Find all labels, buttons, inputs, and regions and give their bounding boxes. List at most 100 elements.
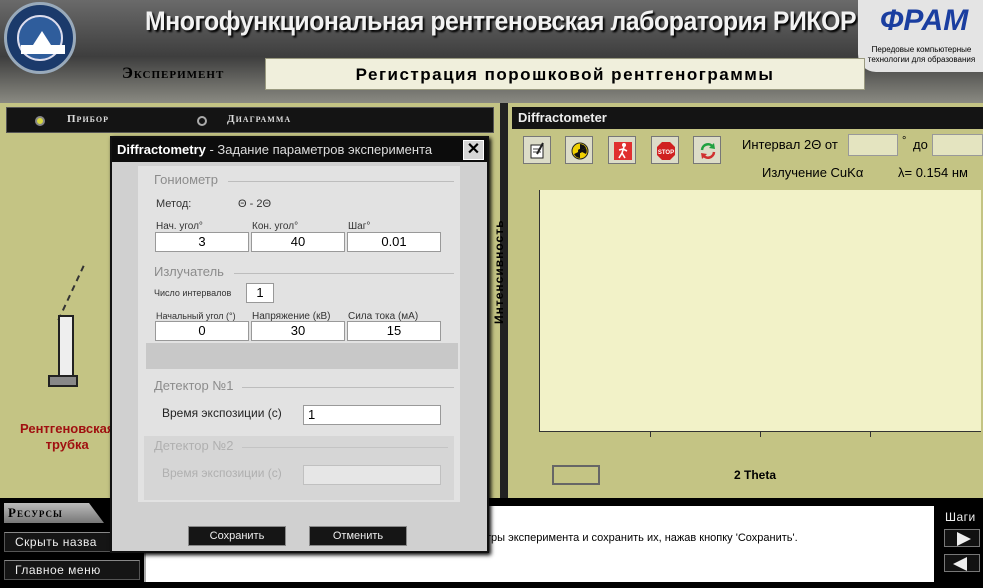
hide-names-label: Скрыть назва bbox=[15, 535, 97, 549]
method-value: Θ - 2Θ bbox=[238, 198, 272, 210]
main-menu-label: Главное меню bbox=[15, 563, 101, 577]
notepad-button[interactable] bbox=[523, 136, 551, 164]
brand-tagline: Передовые компьютерные технологии для об… bbox=[867, 45, 976, 64]
walk-button[interactable] bbox=[608, 136, 636, 164]
resources-tab[interactable]: Ресурсы bbox=[4, 503, 104, 523]
section-divider bbox=[242, 447, 448, 448]
svg-text:STOP: STOP bbox=[658, 150, 674, 156]
brand-block: ФРАМ Передовые компьютерные технологии д… bbox=[858, 0, 983, 72]
diffraction-plot-area bbox=[539, 190, 981, 437]
section-label: Эксперимент bbox=[122, 65, 225, 82]
radio-diagram-icon[interactable] bbox=[197, 116, 207, 126]
step-label: Шаг° bbox=[348, 221, 371, 232]
x-tick bbox=[650, 431, 651, 437]
goniometer-section: Гониометр bbox=[154, 172, 218, 187]
prev-step-button[interactable] bbox=[944, 554, 980, 572]
start-angle-label: Нач. угол° bbox=[156, 221, 203, 232]
next-step-button[interactable] bbox=[944, 529, 980, 547]
stop-icon: STOP bbox=[657, 142, 675, 160]
dialog-title: Diffractometry - Задание параметров эксп… bbox=[117, 142, 432, 157]
detector1-section: Детектор №1 bbox=[154, 378, 234, 393]
close-button[interactable]: ✕ bbox=[463, 140, 484, 160]
step-input[interactable]: 0.01 bbox=[347, 232, 441, 252]
emitter-section: Излучатель bbox=[154, 264, 224, 279]
save-button[interactable]: Сохранить bbox=[188, 526, 286, 546]
emitter-footer-band bbox=[146, 343, 458, 369]
x-tick bbox=[870, 431, 871, 437]
arrow-right-icon bbox=[957, 532, 971, 546]
app-title: Многофункциональная рентгеновская лабора… bbox=[145, 6, 857, 36]
goniometer-arm bbox=[57, 265, 85, 321]
exposure2-label: Время экспозиции (с) bbox=[162, 466, 282, 480]
method-label: Метод: bbox=[156, 198, 192, 210]
x-axis-label: 2 Theta bbox=[734, 468, 777, 482]
initial-angle-label: Начальный угол (°) bbox=[156, 311, 236, 321]
tab-device[interactable]: Прибор bbox=[67, 113, 109, 125]
start-angle-input[interactable]: 3 bbox=[155, 232, 249, 252]
panel-title: Diffractometer bbox=[518, 110, 607, 125]
end-angle-label: Кон. угол° bbox=[252, 221, 299, 232]
detector2-section: Детектор №2 bbox=[154, 438, 234, 453]
color-swatch[interactable] bbox=[552, 465, 600, 485]
view-tabs: Прибор Диаграмма bbox=[6, 107, 494, 133]
arrow-left-icon bbox=[953, 557, 967, 571]
degree-sign: ° bbox=[902, 135, 907, 147]
intervals-label: Число интервалов bbox=[154, 288, 232, 298]
brand-logo: ФРАМ bbox=[880, 4, 969, 37]
tube-label-line2: трубка bbox=[45, 437, 89, 452]
detector2-group: Детектор №2 Время экспозиции (с) bbox=[144, 436, 454, 500]
tube-label-line1: Рентгеновская bbox=[20, 421, 115, 436]
refresh-button[interactable] bbox=[693, 136, 721, 164]
interval-to-label: до bbox=[913, 137, 928, 152]
app-window: Многофункциональная рентгеновская лабора… bbox=[0, 0, 983, 588]
initial-angle-input[interactable]: 0 bbox=[155, 321, 249, 341]
y-axis-label: Интенсивность bbox=[492, 219, 506, 324]
dialog-title-bar[interactable]: Diffractometry - Задание параметров эксп… bbox=[112, 138, 487, 162]
section-divider bbox=[234, 273, 454, 274]
save-label: Сохранить bbox=[209, 530, 265, 542]
interval-label: Интервал 2Θ от bbox=[742, 137, 838, 152]
dialog-body: Гониометр Метод: Θ - 2Θ Нач. угол° Кон. … bbox=[138, 166, 460, 502]
x-tick bbox=[760, 431, 761, 437]
diffractometer-panel: Diffractometer STOP Интервал 2Θ от ° до … bbox=[492, 103, 983, 498]
radiation-button[interactable] bbox=[565, 136, 593, 164]
exposure2-input bbox=[303, 465, 441, 485]
intervals-input[interactable]: 1 bbox=[246, 283, 274, 303]
refresh-icon bbox=[699, 142, 716, 159]
logo-band bbox=[21, 45, 65, 54]
notepad-icon bbox=[529, 142, 545, 159]
cancel-button[interactable]: Отменить bbox=[309, 526, 407, 546]
radiation-label: Излучение CuKα bbox=[762, 165, 864, 180]
interval-to-input[interactable] bbox=[932, 134, 983, 156]
exposure1-input[interactable]: 1 bbox=[303, 405, 441, 425]
wavelength-label: λ= 0.154 нм bbox=[898, 165, 968, 180]
section-divider bbox=[242, 387, 454, 388]
radio-device-selected-icon[interactable] bbox=[35, 116, 45, 126]
steps-label: Шаги bbox=[945, 510, 976, 524]
current-input[interactable]: 15 bbox=[347, 321, 441, 341]
tab-diagram[interactable]: Диаграмма bbox=[227, 113, 291, 125]
xray-tube-label: Рентгеновская трубка bbox=[20, 421, 114, 453]
voltage-input[interactable]: 30 bbox=[251, 321, 345, 341]
main-menu-button[interactable]: Главное меню bbox=[4, 560, 140, 580]
interval-from-input[interactable] bbox=[848, 134, 898, 156]
cancel-label: Отменить bbox=[332, 530, 384, 542]
xray-tube-icon[interactable] bbox=[58, 315, 74, 377]
radiation-icon bbox=[571, 142, 589, 160]
stop-button[interactable]: STOP bbox=[651, 136, 679, 164]
exposure1-label: Время экспозиции (с) bbox=[162, 406, 282, 420]
experiment-params-dialog: Diffractometry - Задание параметров эксп… bbox=[110, 136, 489, 553]
experiment-title: Регистрация порошковой рентгенограммы bbox=[355, 65, 775, 84]
xray-tube-base bbox=[48, 375, 78, 387]
section-divider bbox=[228, 181, 454, 182]
end-angle-input[interactable]: 40 bbox=[251, 232, 345, 252]
panel-header: Diffractometer bbox=[512, 107, 983, 129]
dialog-title-app: Diffractometry bbox=[117, 142, 206, 157]
logo-emblem bbox=[17, 15, 65, 61]
resources-label: Ресурсы bbox=[8, 505, 63, 520]
mountain-icon bbox=[33, 31, 51, 45]
experiment-title-bar: Регистрация порошковой рентгенограммы bbox=[265, 58, 865, 90]
header: Многофункциональная рентгеновская лабора… bbox=[0, 0, 983, 103]
walking-man-icon bbox=[614, 142, 632, 160]
dialog-title-text: - Задание параметров эксперимента bbox=[205, 142, 433, 157]
